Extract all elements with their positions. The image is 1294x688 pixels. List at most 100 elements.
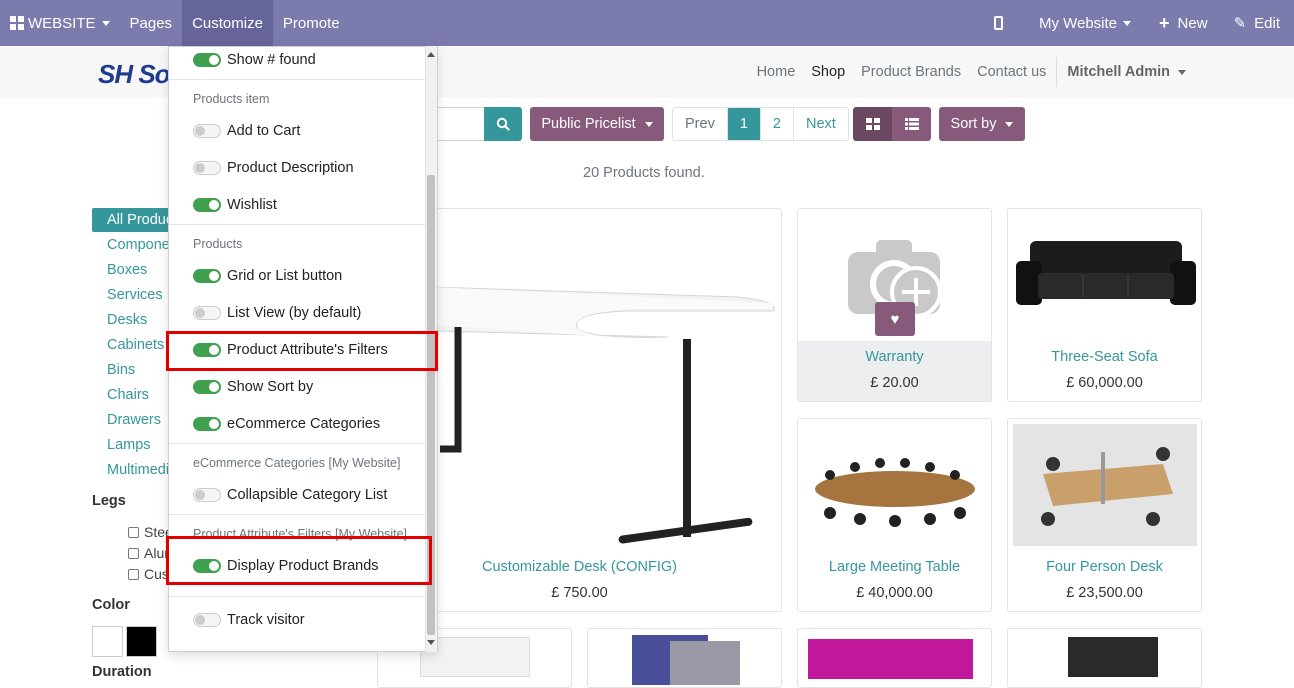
heart-icon: ♥ xyxy=(890,310,900,328)
toggle-switch[interactable] xyxy=(193,306,221,320)
product-card[interactable] xyxy=(587,628,782,688)
menu-promote[interactable]: Promote xyxy=(273,0,350,46)
mobile-preview-button[interactable] xyxy=(972,0,1025,46)
product-name[interactable]: Four Person Desk xyxy=(1008,559,1201,575)
grid-view-button[interactable] xyxy=(853,107,892,141)
products-found-count: 20 Products found. xyxy=(583,165,705,181)
edit-button[interactable]: ✎ Edit xyxy=(1222,0,1294,46)
website-menu[interactable]: WEBSITE xyxy=(0,0,120,46)
chevron-down-icon xyxy=(1178,69,1186,75)
option-product-description[interactable]: Product Description xyxy=(193,157,354,179)
chevron-down-icon xyxy=(1123,20,1132,26)
menu-divider xyxy=(169,224,437,225)
pager-next[interactable]: Next xyxy=(792,108,848,140)
product-image-seating xyxy=(808,639,973,679)
option-collapsible-category-list[interactable]: Collapsible Category List xyxy=(193,484,387,506)
list-view-button[interactable] xyxy=(892,107,931,141)
product-card[interactable]: ♥ Warranty £ 20.00 xyxy=(797,208,992,402)
pager-page-2[interactable]: 2 xyxy=(759,108,793,140)
option-label: Show # found xyxy=(227,52,316,68)
pricelist-dropdown[interactable]: Public Pricelist xyxy=(530,107,664,141)
product-name[interactable]: Three-Seat Sofa xyxy=(1008,349,1201,365)
nav-home[interactable]: Home xyxy=(749,64,804,80)
option-show-sort-by[interactable]: Show Sort by xyxy=(193,376,313,398)
checkbox[interactable] xyxy=(128,526,139,538)
admin-navbar: WEBSITE Pages Customize Promote My Websi… xyxy=(0,0,1294,46)
user-name: Mitchell Admin xyxy=(1067,64,1170,80)
product-name[interactable]: Large Meeting Table xyxy=(798,559,991,575)
scroll-down-arrow-icon[interactable] xyxy=(427,640,435,645)
option-ecommerce-categories[interactable]: eCommerce Categories xyxy=(193,413,380,435)
nav-product-brands[interactable]: Product Brands xyxy=(853,64,969,80)
product-name[interactable]: Customizable Desk (CONFIG) xyxy=(378,559,781,575)
nav-divider xyxy=(1056,57,1058,87)
site-logo[interactable]: SH So xyxy=(98,59,171,90)
search-button[interactable] xyxy=(484,107,522,141)
website-switcher[interactable]: My Website xyxy=(1025,0,1145,46)
product-image-sofa xyxy=(1016,241,1196,305)
menu-divider xyxy=(169,79,437,80)
toggle-switch[interactable] xyxy=(193,198,221,212)
nav-shop[interactable]: Shop xyxy=(803,64,853,80)
filter-heading-color: Color xyxy=(92,597,130,613)
pager: Prev 1 2 Next xyxy=(672,107,849,141)
option-grid-list-button[interactable]: Grid or List button xyxy=(193,265,342,287)
pager-page-1[interactable]: 1 xyxy=(726,108,760,140)
menu-divider xyxy=(169,514,437,515)
toggle-switch[interactable] xyxy=(193,53,221,67)
product-card[interactable] xyxy=(797,628,992,688)
list-view-icon xyxy=(904,118,919,130)
checkbox[interactable] xyxy=(128,547,139,559)
checkbox[interactable] xyxy=(128,568,139,580)
option-label: Collapsible Category List xyxy=(227,487,388,503)
product-card[interactable] xyxy=(1007,628,1202,688)
grid-view-icon xyxy=(865,118,880,130)
website-menu-label: WEBSITE xyxy=(28,14,96,32)
nav-contact-us[interactable]: Contact us xyxy=(969,64,1054,80)
option-label: Product Description xyxy=(227,160,354,176)
product-name[interactable]: Warranty xyxy=(798,349,991,365)
product-card[interactable]: Four Person Desk £ 23,500.00 xyxy=(1007,418,1202,612)
highlight-box-attribute-filters xyxy=(166,331,438,371)
pager-prev[interactable]: Prev xyxy=(673,108,727,140)
option-label: Add to Cart xyxy=(227,123,301,139)
user-menu[interactable]: Mitchell Admin xyxy=(1059,64,1194,80)
menu-divider xyxy=(169,596,437,597)
toggle-switch[interactable] xyxy=(193,161,221,175)
product-price: £ 23,500.00 xyxy=(1066,585,1143,601)
product-image-desk xyxy=(432,286,775,544)
option-list-view-default[interactable]: List View (by default) xyxy=(193,302,361,324)
toggle-switch[interactable] xyxy=(193,124,221,138)
product-card[interactable]: Three-Seat Sofa £ 60,000.00 xyxy=(1007,208,1202,402)
toggle-switch[interactable] xyxy=(193,488,221,502)
menu-pages[interactable]: Pages xyxy=(120,0,183,46)
option-label: Grid or List button xyxy=(227,268,343,284)
search-icon xyxy=(496,117,510,131)
pencil-icon: ✎ xyxy=(1233,15,1247,32)
scroll-up-arrow-icon[interactable] xyxy=(427,52,435,57)
color-swatch-black[interactable] xyxy=(126,626,157,657)
sort-by-dropdown[interactable]: Sort by xyxy=(939,107,1025,141)
edit-label: Edit xyxy=(1254,14,1280,32)
product-card[interactable]: Large Meeting Table £ 40,000.00 xyxy=(797,418,992,612)
add-to-wishlist-button[interactable]: ♥ xyxy=(875,302,915,336)
option-track-visitor[interactable]: Track visitor xyxy=(193,609,305,631)
product-image-desk-screen xyxy=(1068,637,1158,677)
product-image-four-person-desk xyxy=(1013,424,1197,546)
new-button[interactable]: + New xyxy=(1145,0,1222,46)
pricelist-label: Public Pricelist xyxy=(541,116,636,132)
apps-grid-icon xyxy=(10,16,24,30)
option-show-found[interactable]: Show # found xyxy=(193,49,316,71)
chevron-down-icon xyxy=(644,121,653,127)
product-price: £ 750.00 xyxy=(551,585,608,601)
option-label: eCommerce Categories xyxy=(227,416,381,432)
toggle-switch[interactable] xyxy=(193,380,221,394)
toggle-switch[interactable] xyxy=(193,417,221,431)
option-add-to-cart[interactable]: Add to Cart xyxy=(193,120,300,142)
toggle-switch[interactable] xyxy=(193,613,221,627)
toggle-switch[interactable] xyxy=(193,269,221,283)
color-swatch-white[interactable] xyxy=(92,626,123,657)
menu-customize[interactable]: Customize xyxy=(182,0,273,46)
section-heading: Products item xyxy=(193,92,270,106)
option-wishlist[interactable]: Wishlist xyxy=(193,194,277,216)
